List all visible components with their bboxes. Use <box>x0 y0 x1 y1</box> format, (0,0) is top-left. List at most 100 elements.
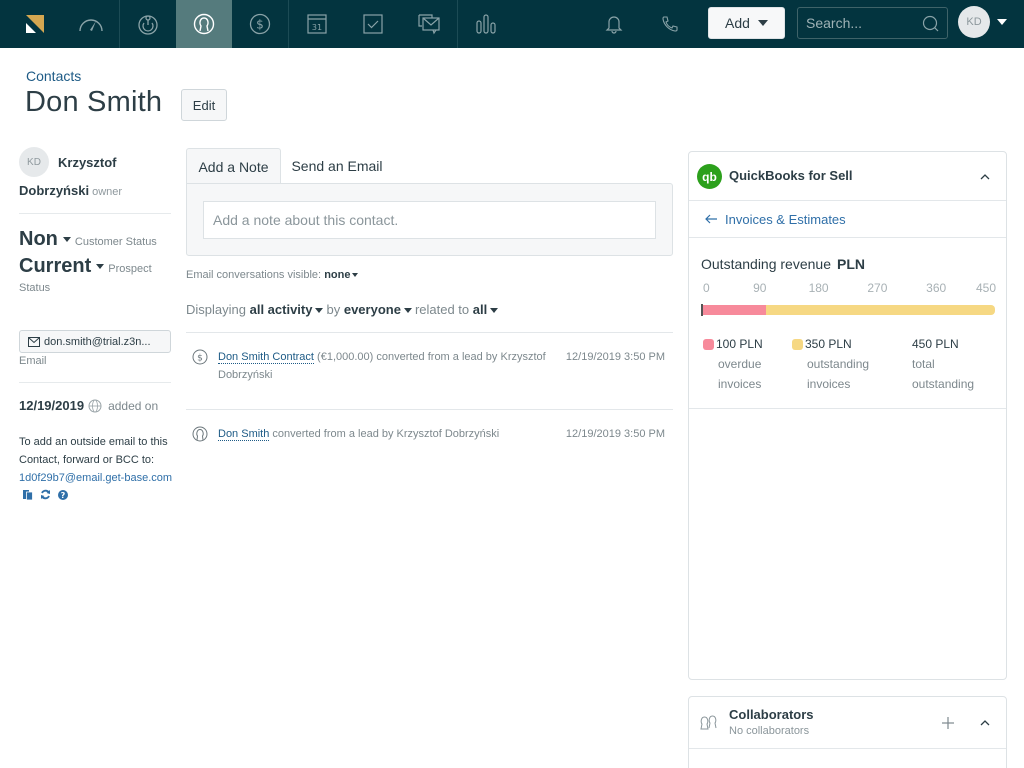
added-on-label: added on <box>108 398 159 413</box>
owner-first-name[interactable]: Krzysztof <box>58 155 117 170</box>
collapse-button[interactable] <box>975 167 995 187</box>
notifications-button[interactable] <box>586 0 642 48</box>
tab-add-note[interactable]: Add a Note <box>186 148 281 184</box>
deal-link[interactable]: Don Smith Contract <box>218 351 314 364</box>
bcc-text: To add an outside email to this Contact,… <box>19 436 168 466</box>
phone-button[interactable] <box>642 0 698 48</box>
axis-tick: 0 <box>703 281 710 295</box>
by-user-value: everyone <box>343 302 401 317</box>
note-input[interactable] <box>203 201 656 239</box>
chevron-down-icon <box>96 264 105 270</box>
envelope-icon <box>28 336 40 347</box>
nav-reports[interactable] <box>458 0 514 48</box>
email-visible-label: Email conversations visible: <box>186 269 322 281</box>
revenue-title: Outstanding revenue PLN <box>701 256 865 272</box>
user-menu-chevron-icon[interactable] <box>997 19 1007 25</box>
contact-link[interactable]: Don Smith <box>218 428 270 441</box>
activity-description: converted from a lead by Krzysztof Dobrz… <box>269 428 500 440</box>
overdue-swatch <box>703 338 714 350</box>
nav-communication[interactable] <box>401 0 457 48</box>
svg-text:$: $ <box>197 354 203 364</box>
help-icon[interactable]: ? <box>58 490 69 500</box>
contact-person-icon <box>192 426 208 442</box>
phone-icon <box>662 16 678 32</box>
outstanding-desc-2: invoices <box>807 377 851 391</box>
email-button[interactable]: don.smith@trial.z3n... <box>19 330 171 353</box>
bcc-email-address[interactable]: 1d0f29b7@email.get-base.com <box>19 472 172 484</box>
email-label: Email <box>19 355 47 367</box>
activity-text: Don Smith converted from a lead by Krzys… <box>218 425 548 443</box>
overdue-desc-1: overdue <box>718 357 762 371</box>
quickbooks-title: QuickBooks for Sell <box>729 168 853 183</box>
divider <box>186 332 673 333</box>
nav-calendar[interactable]: 31 <box>289 0 345 48</box>
added-date: 12/19/2019 <box>19 398 85 413</box>
search-input[interactable] <box>798 8 918 38</box>
breadcrumb-contacts[interactable]: Contacts <box>26 68 81 84</box>
note-panel <box>186 183 673 256</box>
nav-logo[interactable] <box>6 0 62 48</box>
customer-status-value: Non <box>19 228 58 250</box>
related-to-dropdown[interactable]: all <box>473 302 501 317</box>
activity-filter: Displaying all activity by everyone relate… <box>186 302 501 317</box>
related-label: related to <box>414 302 470 317</box>
owner-last-name-text[interactable]: Dobrzyński <box>19 183 89 198</box>
activity-item: $ Don Smith Contract (€1,000.00) convert… <box>192 348 667 388</box>
invoices-estimates-link[interactable]: Invoices & Estimates <box>689 201 1006 238</box>
refresh-icon[interactable] <box>40 489 51 500</box>
revenue-currency: PLN <box>836 256 865 272</box>
activity-item: Don Smith converted from a lead by Krzys… <box>192 425 667 445</box>
axis-tick: 450 <box>975 281 996 295</box>
prospect-status-value: Current <box>19 255 92 277</box>
divider <box>689 408 1006 409</box>
svg-text:31: 31 <box>312 23 322 32</box>
axis-tick: 270 <box>867 281 888 295</box>
email-visible-dropdown[interactable]: none <box>324 269 359 281</box>
edit-button[interactable]: Edit <box>181 89 227 121</box>
copy-icon[interactable] <box>23 489 33 500</box>
nav-deals[interactable]: $ <box>232 0 288 48</box>
customer-status-dropdown[interactable]: Non Customer Status <box>19 228 157 251</box>
bar-baseline <box>701 304 703 316</box>
add-button[interactable]: Add <box>708 7 785 39</box>
page-title: Don Smith <box>25 86 163 118</box>
quickbooks-logo-icon: qb <box>697 164 722 189</box>
prospect-status-label-cont: Status <box>19 282 51 294</box>
activity-time: 12/19/2019 3:50 PM <box>565 351 665 363</box>
nav-leads[interactable] <box>120 0 176 48</box>
collaborators-title: Collaborators <box>729 707 814 722</box>
prospect-status-dropdown[interactable]: Current Prospect <box>19 255 152 278</box>
nav-contacts[interactable] <box>176 0 232 48</box>
activity-type-dropdown[interactable]: all activity <box>250 302 327 317</box>
chevron-down-icon <box>352 273 359 278</box>
people-icon <box>700 715 717 730</box>
checkbox-icon <box>363 14 383 34</box>
divider <box>186 409 673 410</box>
add-collaborator-icon[interactable] <box>939 714 957 732</box>
outstanding-swatch <box>792 338 803 350</box>
overdue-bar-segment <box>701 305 767 315</box>
total-value: 450 PLN <box>912 337 959 351</box>
collapse-button[interactable] <box>975 713 995 733</box>
by-user-dropdown[interactable]: everyone <box>344 302 415 317</box>
user-avatar[interactable]: KD <box>958 6 990 38</box>
lead-target-icon <box>138 15 158 35</box>
owner-avatar: KD <box>19 147 49 177</box>
add-button-label: Add <box>725 15 750 31</box>
nav-tasks[interactable] <box>345 0 401 48</box>
search-icon[interactable] <box>922 15 939 32</box>
bar-chart-icon <box>476 14 496 34</box>
nav-dashboard[interactable] <box>63 0 119 48</box>
chevron-up-icon <box>980 720 990 726</box>
activity-time: 12/19/2019 3:50 PM <box>565 428 665 440</box>
outstanding-desc-1: outstanding <box>807 357 870 371</box>
messages-icon <box>418 14 440 35</box>
axis-tick: 90 <box>753 281 767 295</box>
quickbooks-header: qb QuickBooks for Sell <box>689 152 1006 201</box>
email-value: don.smith@trial.z3n... <box>44 335 151 348</box>
prospect-status-label: Prospect <box>108 263 152 275</box>
activity-type-value: all activity <box>249 302 313 317</box>
tab-send-email[interactable]: Send an Email <box>282 148 392 184</box>
collaborators-subtitle: No collaborators <box>729 725 810 737</box>
bell-icon <box>605 16 623 34</box>
